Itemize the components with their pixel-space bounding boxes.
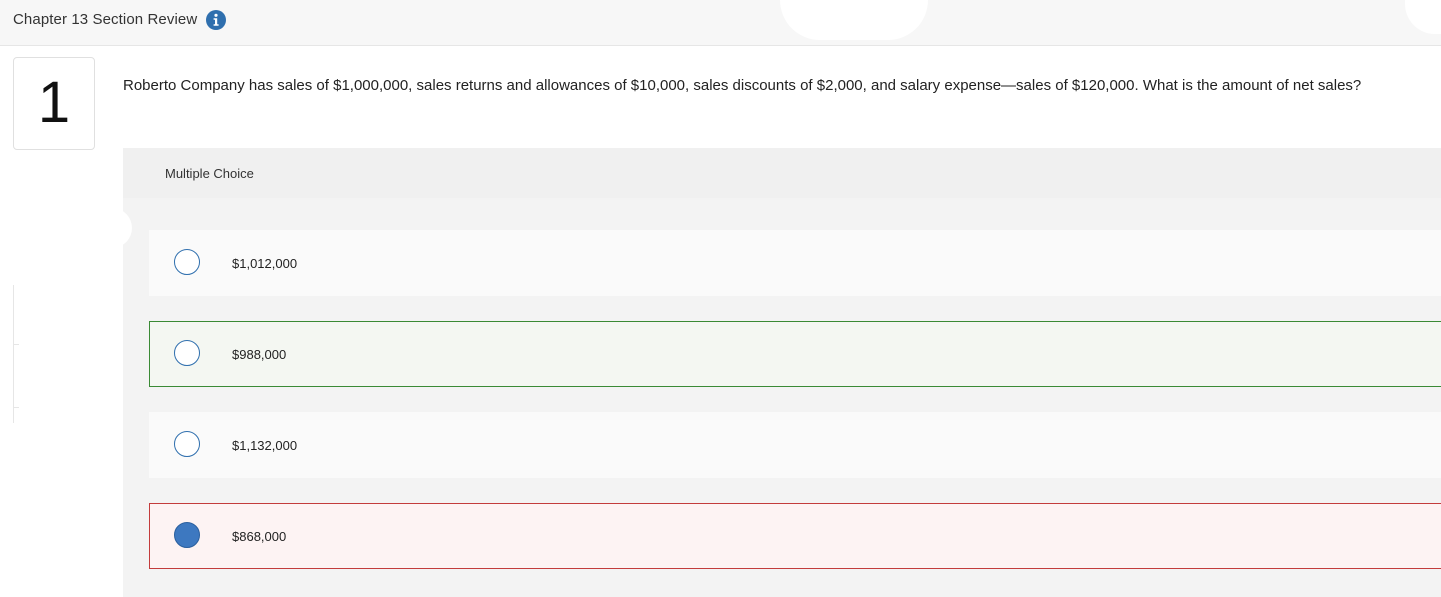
divider	[13, 407, 19, 408]
radio-button[interactable]	[174, 340, 200, 366]
option-label: $988,000	[232, 347, 287, 362]
option-label: $868,000	[232, 529, 287, 544]
option-label: $1,012,000	[232, 256, 298, 271]
question-number: 1	[37, 70, 71, 135]
radio-button[interactable]	[174, 249, 200, 275]
answer-option[interactable]: $1,012,000	[149, 230, 1441, 296]
answer-option[interactable]: $1,132,000	[149, 412, 1441, 478]
header-decoration	[780, 0, 928, 40]
option-label: $1,132,000	[232, 438, 298, 453]
page-title: Chapter 13 Section Review	[13, 11, 198, 28]
top-bar: Chapter 13 Section Review	[0, 0, 1441, 46]
divider	[13, 344, 19, 345]
question-number-box: 1	[13, 57, 95, 150]
multiple-choice-label: Multiple Choice	[165, 166, 254, 181]
answer-option-correct[interactable]: $988,000	[149, 321, 1441, 387]
divider	[13, 285, 14, 423]
info-icon[interactable]	[205, 9, 227, 31]
answer-option-incorrect[interactable]: $868,000	[149, 503, 1441, 569]
radio-button[interactable]	[174, 431, 200, 457]
multiple-choice-header: Multiple Choice	[123, 148, 1441, 198]
radio-button-selected[interactable]	[174, 522, 200, 548]
header-decoration	[1405, 0, 1441, 34]
question-text: Roberto Company has sales of $1,000,000,…	[123, 77, 1362, 94]
